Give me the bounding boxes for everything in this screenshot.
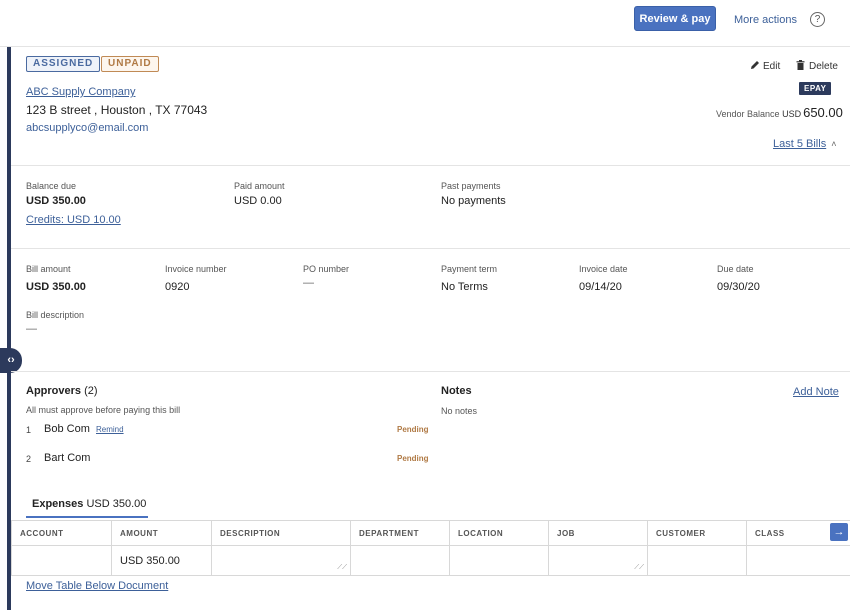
resize-handle-icon[interactable]: ⟋⟋ [634,564,644,572]
invoice-date-value: 09/14/20 [579,281,622,293]
approver-number: 1 [26,425,32,435]
epay-badge: EPAY [799,82,832,95]
divider [11,248,850,249]
pencil-icon [751,61,759,69]
delete-button[interactable]: Delete [796,60,838,72]
last-bills-label: Last 5 Bills [773,138,827,150]
approvers-count: (2) [84,385,98,397]
po-number-value: — [303,277,314,289]
bill-description-label: Bill description [26,310,85,320]
approvers-title-label: Approvers [26,385,82,397]
approver-name: Bart Com [44,452,91,464]
paid-amount-label: Paid amount [234,181,285,191]
tab-expenses-amount: USD 350.00 [86,498,147,510]
vendor-email[interactable]: abcsupplyco@email.com [26,122,148,134]
column-header-job[interactable]: JOB [548,520,648,546]
vendor-balance: Vendor Balance USD 650.00 [716,105,843,120]
vendor-name-link[interactable]: ABC Supply Company [26,86,135,98]
bill-amount-value: USD 350.00 [26,281,86,293]
delete-label: Delete [809,61,838,72]
paid-amount-value: USD 0.00 [234,195,282,207]
top-bar: Review & pay More actions ? [0,0,850,47]
notes-title: Notes [441,385,472,397]
vendor-address: 123 B street , Houston , TX 77043 [26,103,208,117]
approver-status: Pending [397,425,429,434]
more-actions-menu[interactable]: More actions [734,14,797,26]
payment-term-value: No Terms [441,281,488,293]
cell-class[interactable] [746,545,850,576]
balance-due-label: Balance due [26,181,77,191]
cell-department[interactable] [350,545,450,576]
column-header-department[interactable]: DEPARTMENT [350,520,450,546]
credits-link[interactable]: Credits: USD 10.00 [26,214,121,226]
po-number-label: PO number [303,264,350,274]
approvers-note: All must approve before paying this bill [26,405,181,415]
past-payments-value: No payments [441,195,506,207]
approver-status: Pending [397,454,429,463]
past-payments-label: Past payments [441,181,501,191]
review-pay-button[interactable]: Review & pay [634,6,716,31]
resize-handle-icon[interactable]: ⟋⟋ [337,564,347,572]
cell-description[interactable]: ⟋⟋ [211,545,351,576]
chevron-up-icon: ˄ [831,139,837,149]
table-header-row: ACCOUNT AMOUNT DESCRIPTION DEPARTMENT LO… [11,520,850,546]
cell-amount[interactable]: USD 350.00 [111,545,212,576]
trash-icon [796,60,805,70]
tab-expenses[interactable]: Expenses USD 350.00 [26,498,148,518]
invoice-date-label: Invoice date [579,264,628,274]
due-date-value: 09/30/20 [717,281,760,293]
arrow-right-icon[interactable]: → [830,523,848,541]
add-note-link[interactable]: Add Note [793,386,839,398]
tab-expenses-label: Expenses [32,498,84,510]
vendor-balance-label: Vendor Balance [716,109,780,119]
column-header-amount[interactable]: AMOUNT [111,520,212,546]
cell-job[interactable]: ⟋⟋ [548,545,648,576]
column-header-customer[interactable]: CUSTOMER [647,520,747,546]
notes-empty: No notes [441,406,478,416]
bill-amount-label: Bill amount [26,264,71,274]
move-table-link[interactable]: Move Table Below Document [26,580,168,592]
column-header-description[interactable]: DESCRIPTION [211,520,351,546]
approvers-title: Approvers (2) [26,385,98,397]
status-badge-assigned: ASSIGNED [26,56,101,72]
invoice-number-label: Invoice number [165,264,227,274]
payment-term-label: Payment term [441,264,498,274]
edit-button[interactable]: Edit [750,60,780,72]
cell-location[interactable] [449,545,549,576]
vendor-balance-currency: USD [782,109,802,119]
divider [11,371,850,372]
table-row: USD 350.00 ⟋⟋ ⟋⟋ [11,545,850,576]
help-icon[interactable]: ? [810,12,825,27]
last-bills-toggle[interactable]: Last 5 Bills ˄ [773,138,836,150]
approver-number: 2 [26,454,32,464]
column-header-location[interactable]: LOCATION [449,520,549,546]
vendor-balance-amount: 650.00 [803,105,843,120]
status-badge-unpaid: UNPAID [101,56,159,72]
approver-name: Bob Com [44,423,90,435]
bill-description-value: — [26,323,37,335]
due-date-label: Due date [717,264,754,274]
balance-due-value: USD 350.00 [26,195,86,207]
chevrons-icon[interactable]: ‹› [0,348,22,373]
divider [11,165,850,166]
cell-account[interactable] [11,545,112,576]
column-header-account[interactable]: ACCOUNT [11,520,112,546]
remind-link[interactable]: Remind [96,425,124,434]
invoice-number-value: 0920 [165,281,190,293]
cell-customer[interactable] [647,545,747,576]
edit-label: Edit [763,61,781,72]
expenses-table: ACCOUNT AMOUNT DESCRIPTION DEPARTMENT LO… [11,520,850,576]
